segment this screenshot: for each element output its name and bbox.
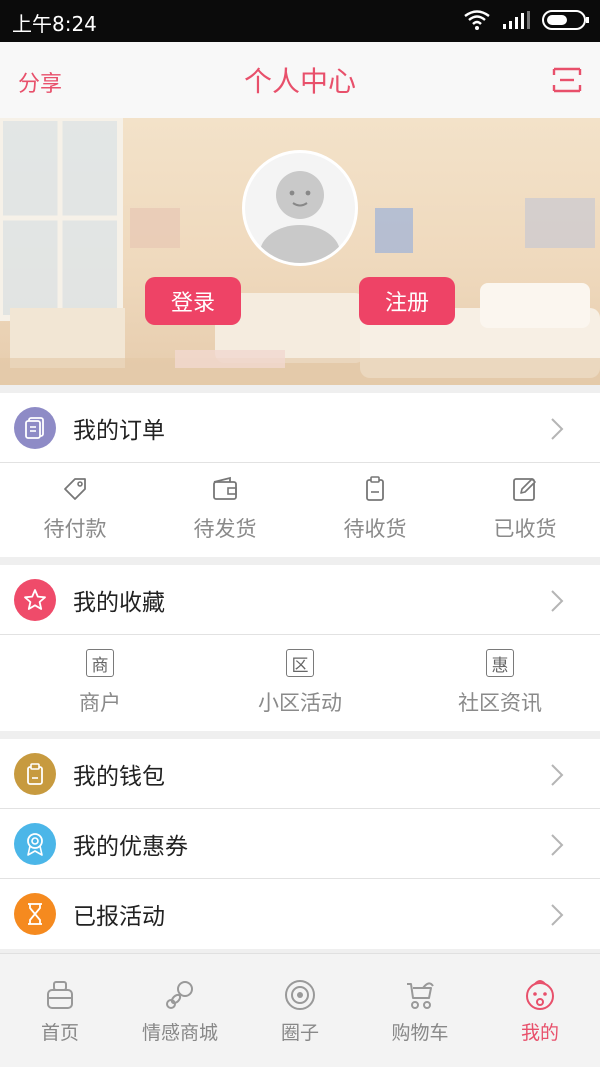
- circle-icon: [285, 980, 315, 1010]
- baby-face-icon: [526, 980, 554, 1010]
- wallet-label: 我的钱包: [73, 764, 165, 790]
- tab-emotion-mall-label: 情感商城: [141, 1022, 218, 1044]
- orders-section: 我的订单 待付款 待发货 待收货 已收货: [0, 393, 600, 557]
- community-event-label: 小区活动: [258, 691, 342, 715]
- tab-cart[interactable]: 购物车: [360, 954, 480, 1067]
- tab-home[interactable]: 首页: [0, 954, 120, 1067]
- home-icon: [47, 981, 73, 1009]
- coupon-row-icon: [14, 823, 56, 865]
- battery-icon: [542, 10, 589, 30]
- community-news-icon: 惠: [486, 649, 514, 677]
- community-event-icon: 区: [286, 649, 314, 677]
- pacifier-icon: [166, 981, 193, 1009]
- my-favorites-label: 我的收藏: [73, 590, 165, 616]
- bottom-tab-bar: 首页 情感商城 圈子 购物车 我的: [0, 953, 600, 1067]
- chevron-right-icon: [551, 834, 564, 856]
- community-event-item[interactable]: 区 小区活动: [200, 649, 400, 717]
- tab-cart-label: 购物车: [391, 1022, 449, 1044]
- chevron-right-icon: [551, 418, 564, 440]
- hourglass-icon: [28, 903, 42, 925]
- pending-receipt-label: 待收货: [343, 517, 407, 541]
- chevron-right-icon: [551, 590, 564, 612]
- wifi-icon: [464, 10, 490, 30]
- received-label: 已收货: [493, 517, 557, 541]
- my-orders-label: 我的订单: [73, 418, 165, 444]
- tab-circle[interactable]: 圈子: [240, 954, 360, 1067]
- merchant-icon: 商: [86, 649, 114, 677]
- tab-home-label: 首页: [40, 1022, 79, 1044]
- my-orders-row[interactable]: 我的订单: [0, 393, 600, 463]
- registered-events-row[interactable]: 已报活动: [0, 879, 600, 949]
- status-time: 上午8:24: [12, 12, 97, 36]
- order-status-grid: 待付款 待发货 待收货 已收货: [0, 475, 600, 543]
- menu-list: 我的钱包 我的优惠券 已报活动: [0, 739, 600, 949]
- clipboard-icon: [366, 476, 384, 501]
- login-button[interactable]: 登录: [145, 277, 241, 325]
- star-icon: [24, 589, 46, 610]
- wallet-icon: [27, 763, 43, 785]
- favorites-grid: 商 商户 区 小区活动 惠 社区资讯: [0, 649, 600, 717]
- pending-shipment-item[interactable]: 待发货: [150, 475, 300, 543]
- menu-icon[interactable]: [552, 66, 582, 94]
- status-icons: [464, 10, 590, 30]
- pending-shipment-label: 待发货: [193, 517, 257, 541]
- stroller-icon: [407, 982, 434, 1009]
- tab-circle-label: 圈子: [280, 1022, 319, 1044]
- tag-icon: [64, 478, 86, 500]
- edit-icon: [513, 478, 536, 501]
- tab-mine[interactable]: 我的: [480, 954, 600, 1067]
- app-header: 分享 个人中心: [0, 42, 600, 118]
- chevron-right-icon: [551, 764, 564, 786]
- page-title: 个人中心: [243, 65, 356, 98]
- wallet-icon: [213, 476, 237, 500]
- tab-emotion-mall[interactable]: 情感商城: [120, 954, 240, 1067]
- coupon-row[interactable]: 我的优惠券: [0, 809, 600, 879]
- community-news-item[interactable]: 惠 社区资讯: [400, 649, 600, 717]
- merchant-label: 商户: [79, 691, 121, 715]
- favorites-icon: [14, 579, 56, 621]
- avatar[interactable]: [242, 150, 358, 266]
- pending-receipt-item[interactable]: 待收货: [300, 475, 450, 543]
- register-button[interactable]: 注册: [359, 277, 455, 325]
- chevron-right-icon: [551, 904, 564, 926]
- pending-payment-item[interactable]: 待付款: [0, 475, 150, 543]
- status-bar: 上午8:24: [0, 0, 600, 42]
- wallet-row[interactable]: 我的钱包: [0, 739, 600, 809]
- wallet-row-icon: [14, 753, 56, 795]
- received-item[interactable]: 已收货: [450, 475, 600, 543]
- registered-events-row-icon: [14, 893, 56, 935]
- signal-icon: [503, 11, 530, 29]
- coupon-label: 我的优惠券: [73, 834, 188, 860]
- divider: [0, 634, 600, 635]
- favorites-section: 我的收藏 商 商户 区 小区活动 惠 社区资讯: [0, 565, 600, 731]
- my-favorites-row[interactable]: 我的收藏: [0, 565, 600, 635]
- default-avatar-icon: [260, 171, 340, 263]
- community-news-label: 社区资讯: [458, 691, 542, 715]
- merchant-item[interactable]: 商 商户: [0, 649, 200, 717]
- divider: [0, 462, 600, 463]
- pending-payment-label: 待付款: [43, 517, 107, 541]
- coupon-icon: [27, 833, 43, 856]
- tab-mine-label: 我的: [520, 1022, 559, 1044]
- orders-icon: [14, 407, 56, 449]
- registered-events-label: 已报活动: [73, 904, 165, 930]
